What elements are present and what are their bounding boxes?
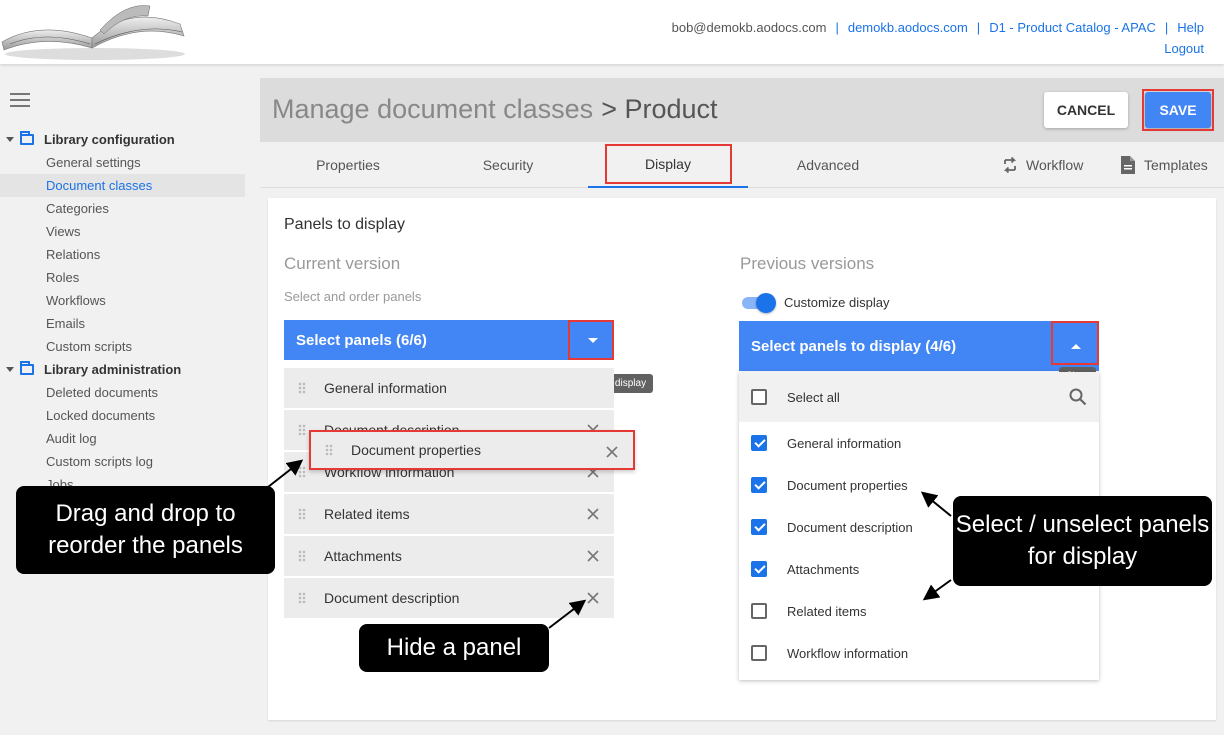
- sidebar-item-categories[interactable]: Categories: [0, 197, 245, 220]
- search-icon[interactable]: [1069, 388, 1087, 406]
- top-bar: bob@demokb.aodocs.com | demokb.aodocs.co…: [0, 0, 1224, 64]
- checkbox[interactable]: [751, 435, 767, 451]
- close-icon[interactable]: [586, 591, 600, 605]
- drag-handle-icon[interactable]: [298, 592, 306, 604]
- drag-handle-icon[interactable]: [298, 550, 306, 562]
- highlight-box: [1142, 89, 1214, 131]
- document-icon: [1121, 156, 1135, 174]
- sidebar-item-locked-documents[interactable]: Locked documents: [0, 404, 245, 427]
- checkbox[interactable]: [751, 561, 767, 577]
- workflow-icon: [1003, 156, 1017, 174]
- checkbox[interactable]: [751, 519, 767, 535]
- page-title: Manage document classes > Product: [272, 94, 718, 124]
- callout-select-panels: Select / unselect panels for display: [953, 496, 1212, 586]
- drag-handle-icon[interactable]: [298, 424, 306, 436]
- menu-icon[interactable]: [10, 93, 30, 107]
- caret-down-icon: [6, 367, 14, 372]
- sidebar-item-relations[interactable]: Relations: [0, 243, 245, 266]
- tab-bar: Properties Security Display Advanced Wor…: [260, 142, 1224, 188]
- sidebar-item-views[interactable]: Views: [0, 220, 245, 243]
- select-panels-to-display-dropdown[interactable]: Select panels to display (4/6): [739, 321, 1099, 371]
- drag-handle-icon[interactable]: [298, 466, 306, 478]
- checkbox[interactable]: [751, 603, 767, 619]
- close-icon[interactable]: [586, 549, 600, 563]
- sidebar-item-audit-log[interactable]: Audit log: [0, 427, 245, 450]
- cancel-button[interactable]: CANCEL: [1044, 92, 1128, 128]
- toggle-label: Customize display: [784, 295, 890, 310]
- select-all-row[interactable]: Select all: [739, 372, 1099, 422]
- book-logo-icon[interactable]: [0, 0, 190, 62]
- tab-properties[interactable]: Properties: [268, 142, 428, 188]
- checkbox[interactable]: [751, 477, 767, 493]
- sidebar: Library configuration General settings D…: [0, 64, 245, 735]
- nav-group-library-configuration: Library configuration General settings D…: [0, 128, 245, 358]
- panel-row[interactable]: Document description: [284, 578, 614, 618]
- caret-down-icon: [6, 137, 14, 142]
- panel-row[interactable]: Attachments: [284, 536, 614, 576]
- current-version-hint: Select and order panels: [284, 289, 422, 304]
- templates-button[interactable]: Templates: [1120, 142, 1208, 188]
- folder-icon: [20, 361, 34, 375]
- select-panels-dropdown[interactable]: Select panels (6/6): [284, 320, 614, 360]
- panel-row[interactable]: Related items: [284, 494, 614, 534]
- user-email: bob@demokb.aodocs.com: [671, 20, 827, 35]
- tab-advanced[interactable]: Advanced: [748, 142, 908, 188]
- drag-handle-icon[interactable]: [298, 382, 306, 394]
- sidebar-item-custom-scripts[interactable]: Custom scripts: [0, 335, 245, 358]
- tab-security[interactable]: Security: [428, 142, 588, 188]
- list-item[interactable]: Related items: [739, 590, 1099, 632]
- help-link[interactable]: Help: [1177, 20, 1204, 35]
- list-item[interactable]: Workflow information: [739, 632, 1099, 674]
- sidebar-item-deleted-documents[interactable]: Deleted documents: [0, 381, 245, 404]
- sidebar-item-emails[interactable]: Emails: [0, 312, 245, 335]
- logout-link[interactable]: Logout: [1164, 41, 1204, 56]
- callout-hide-panel: Hide a panel: [359, 624, 549, 672]
- sidebar-item-custom-scripts-log[interactable]: Custom scripts log: [0, 450, 245, 473]
- close-icon[interactable]: [586, 507, 600, 521]
- previous-versions-title: Previous versions: [740, 254, 875, 273]
- list-item[interactable]: General information: [739, 422, 1099, 464]
- select-all-checkbox[interactable]: [751, 389, 767, 405]
- user-links: bob@demokb.aodocs.com | demokb.aodocs.co…: [671, 20, 1204, 56]
- nav-group-header[interactable]: Library administration: [0, 358, 245, 381]
- section-title: Panels to display: [284, 216, 405, 233]
- panel-row[interactable]: General information: [284, 368, 614, 408]
- title-bar: Manage document classes > Product CANCEL …: [260, 78, 1224, 142]
- drag-handle-icon[interactable]: [298, 508, 306, 520]
- close-icon[interactable]: [605, 445, 619, 459]
- library-link[interactable]: D1 - Product Catalog - APAC: [989, 20, 1156, 35]
- page-subtitle: > Product: [601, 94, 718, 124]
- domain-link[interactable]: demokb.aodocs.com: [848, 20, 968, 35]
- nav-group-header[interactable]: Library configuration: [0, 128, 245, 151]
- workflow-button[interactable]: Workflow: [1002, 142, 1083, 188]
- sidebar-item-roles[interactable]: Roles: [0, 266, 245, 289]
- nav-group-library-administration: Library administration Deleted documents…: [0, 358, 245, 496]
- highlight-box: [568, 320, 614, 360]
- folder-icon: [20, 131, 34, 145]
- checkbox[interactable]: [751, 645, 767, 661]
- drag-handle-icon[interactable]: [325, 444, 333, 456]
- current-version-title: Current version: [284, 254, 401, 273]
- highlight-box: [1051, 321, 1099, 365]
- dragged-panel-row[interactable]: Document properties: [309, 430, 635, 470]
- callout-drag-drop: Drag and drop to reorder the panels: [16, 486, 275, 574]
- sidebar-item-general-settings[interactable]: General settings: [0, 151, 245, 174]
- highlight-box: [605, 144, 732, 184]
- customize-display-toggle[interactable]: [740, 293, 776, 313]
- sidebar-item-document-classes[interactable]: Document classes: [0, 174, 245, 197]
- sidebar-item-workflows[interactable]: Workflows: [0, 289, 245, 312]
